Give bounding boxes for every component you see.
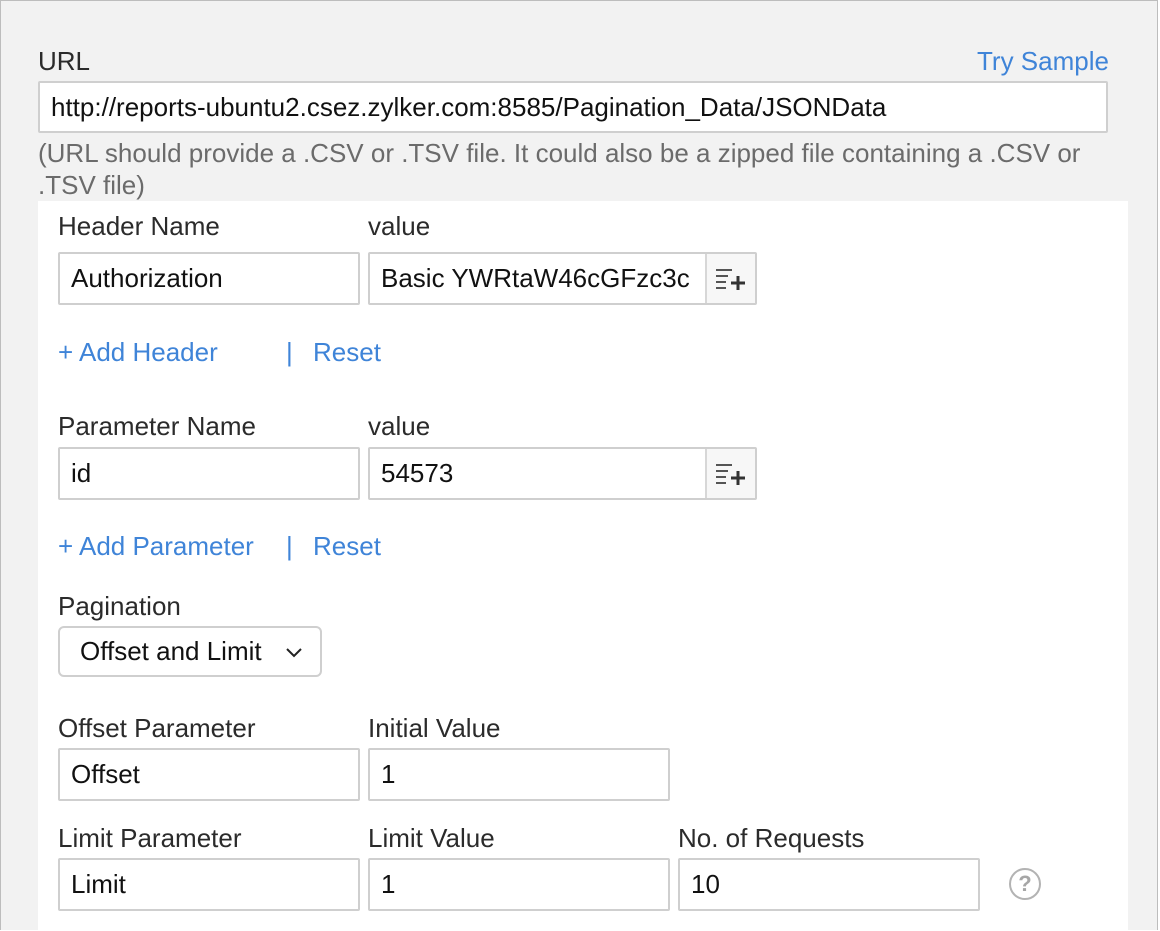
- try-sample-link[interactable]: Try Sample: [977, 46, 1109, 77]
- limit-parameter-input[interactable]: Limit: [58, 858, 360, 911]
- url-hint: (URL should provide a .CSV or .TSV file.…: [38, 137, 1080, 201]
- list-add-icon: [716, 268, 745, 290]
- parameter-insert-variable-button[interactable]: [705, 449, 755, 498]
- requests-value: 10: [691, 869, 720, 899]
- requests-label: No. of Requests: [678, 823, 865, 853]
- pagination-selected-value: Offset and Limit: [80, 636, 262, 666]
- pagination-select[interactable]: Offset and Limit: [58, 626, 322, 677]
- list-add-icon: [716, 463, 745, 485]
- parameter-name-value: id: [71, 458, 92, 488]
- header-reset-link[interactable]: Reset: [313, 337, 381, 368]
- offset-parameter-input[interactable]: Offset: [58, 748, 360, 801]
- add-parameter-link[interactable]: + Add Parameter: [58, 531, 254, 562]
- settings-panel: Header Name value Authorization Basic YW…: [38, 201, 1128, 931]
- parameter-name-input[interactable]: id: [58, 447, 360, 500]
- import-form: URL Try Sample http://reports-ubuntu2.cs…: [0, 0, 1158, 931]
- parameter-value-label: value: [368, 411, 431, 441]
- limit-value-text: 1: [381, 869, 396, 899]
- initial-value-label: Initial Value: [368, 713, 501, 743]
- url-input[interactable]: http://reports-ubuntu2.csez.zylker.com:8…: [38, 81, 1108, 133]
- header-separator: |: [286, 337, 293, 367]
- parameter-value-text: 54573: [381, 458, 454, 488]
- url-label: URL: [38, 46, 91, 76]
- help-icon[interactable]: ?: [1009, 868, 1041, 900]
- limit-value-input[interactable]: 1: [368, 858, 670, 911]
- parameter-reset-link[interactable]: Reset: [313, 531, 381, 562]
- header-name-value: Authorization: [71, 263, 223, 293]
- initial-value-text: 1: [381, 759, 396, 789]
- initial-value-input[interactable]: 1: [368, 748, 670, 801]
- limit-parameter-label: Limit Parameter: [58, 823, 242, 853]
- offset-parameter-value: Offset: [71, 759, 140, 789]
- header-insert-variable-button[interactable]: [705, 254, 755, 303]
- parameter-name-label: Parameter Name: [58, 411, 256, 441]
- header-value-label: value: [368, 211, 431, 241]
- chevron-down-icon: [286, 648, 302, 658]
- url-hint-line1: (URL should provide a .CSV or .TSV file.…: [38, 138, 1081, 168]
- header-name-label: Header Name: [58, 211, 220, 241]
- requests-input[interactable]: 10: [678, 858, 980, 911]
- pagination-label: Pagination: [58, 591, 181, 621]
- parameter-separator: |: [286, 531, 293, 561]
- header-value-text: Basic YWRtaW46cGFzc3c: [381, 263, 690, 293]
- offset-parameter-label: Offset Parameter: [58, 713, 256, 743]
- header-name-input[interactable]: Authorization: [58, 252, 360, 305]
- add-header-link[interactable]: + Add Header: [58, 337, 218, 368]
- parameter-value-input[interactable]: 54573: [368, 447, 757, 500]
- url-hint-line2: .TSV file): [38, 170, 145, 200]
- limit-parameter-value: Limit: [71, 869, 126, 899]
- url-input-value: http://reports-ubuntu2.csez.zylker.com:8…: [51, 91, 887, 122]
- header-value-input[interactable]: Basic YWRtaW46cGFzc3c: [368, 252, 757, 305]
- limit-value-label: Limit Value: [368, 823, 495, 853]
